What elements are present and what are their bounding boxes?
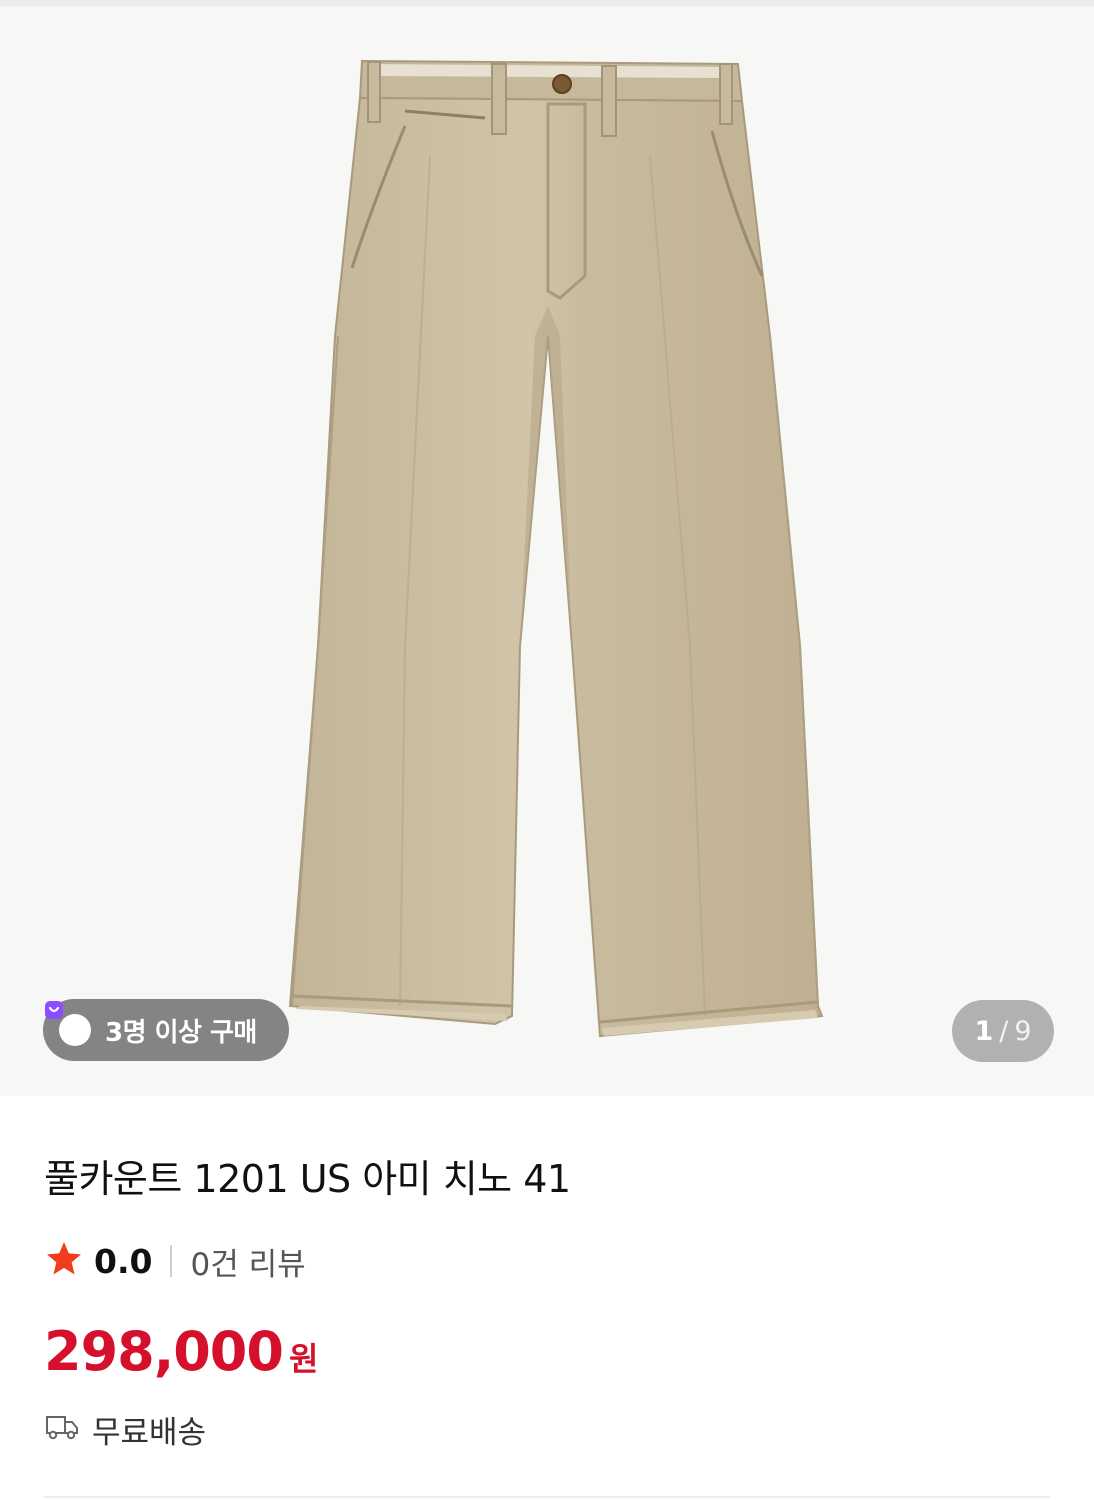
product-image-gallery[interactable]: 3명 이상 구매 1 / 9 — [0, 6, 1094, 1096]
shipping-label: 무료배송 — [92, 1414, 207, 1451]
current-image-index: 1 — [974, 1015, 994, 1047]
shipping-info: 무료배송 — [44, 1406, 206, 1452]
price-currency: 원 — [288, 1340, 319, 1378]
price-row: 298,000 원 — [44, 1320, 318, 1383]
rating-value: 0.0 — [94, 1241, 153, 1281]
total-image-count: 9 — [1014, 1015, 1032, 1047]
star-icon — [44, 1239, 84, 1283]
product-image[interactable] — [0, 6, 1094, 1096]
review-count-link[interactable]: 0건 리뷰 — [190, 1239, 305, 1284]
delivery-truck-icon — [44, 1412, 80, 1446]
product-price: 298,000 — [44, 1320, 284, 1383]
group-purchase-badge: 3명 이상 구매 — [43, 999, 289, 1061]
rating-row: 0.0 0건 리뷰 — [44, 1238, 306, 1284]
rating-divider — [170, 1245, 173, 1277]
counter-separator: / — [999, 1015, 1009, 1047]
section-divider — [44, 1496, 1050, 1498]
product-title: 풀카운트 1201 US 아미 치노 41 — [44, 1157, 571, 1201]
image-counter: 1 / 9 — [952, 1000, 1054, 1062]
shopping-bag-icon — [45, 1001, 91, 1046]
group-purchase-label: 3명 이상 구매 — [105, 1017, 257, 1048]
